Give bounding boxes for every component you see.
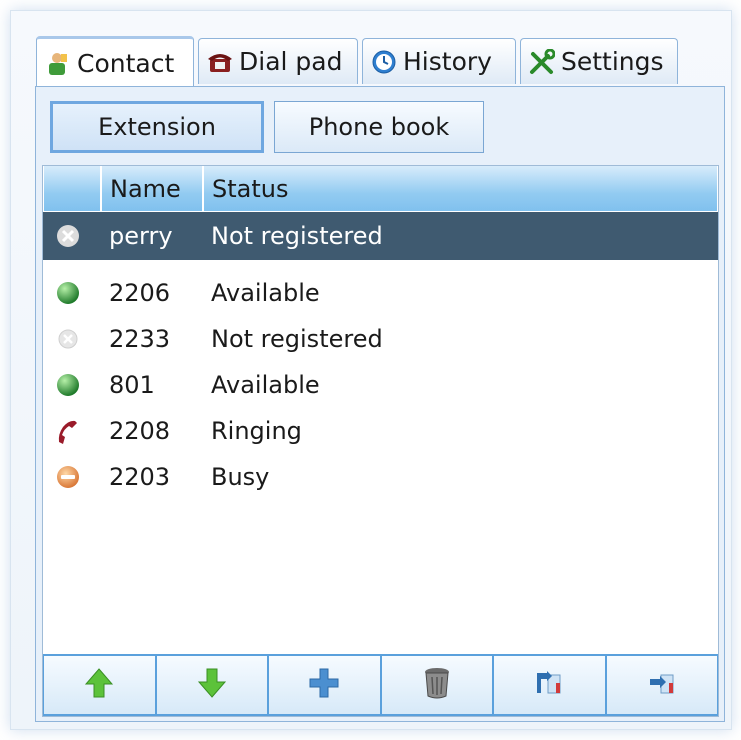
delete-contact-button[interactable] <box>380 654 493 716</box>
clock-icon <box>371 49 397 75</box>
arrow-down-icon <box>197 667 227 703</box>
trash-icon <box>423 666 451 704</box>
table-row[interactable]: 2203 Busy <box>43 454 718 500</box>
table-row[interactable]: perry Not registered <box>43 212 718 260</box>
table-row[interactable]: 2233 Not registered <box>43 316 718 362</box>
contact-panel: Extension Phone book Name Status perry N… <box>35 86 725 722</box>
not-registered-icon <box>55 326 81 352</box>
list-header: Name Status <box>43 166 718 212</box>
not-registered-icon <box>55 223 81 249</box>
table-row[interactable]: 2206 Available <box>43 270 718 316</box>
tab-dial-pad[interactable]: Dial pad <box>198 38 358 84</box>
available-icon <box>55 372 81 398</box>
contact-status: Not registered <box>211 325 383 353</box>
tools-icon <box>529 48 555 75</box>
contact-status: Not registered <box>211 222 383 250</box>
tab-history[interactable]: History <box>362 38 516 84</box>
table-row[interactable]: 801 Available <box>43 362 718 408</box>
column-icon-header[interactable] <box>43 166 101 212</box>
contact-name: 2203 <box>109 463 171 491</box>
phone-book-button[interactable]: Phone book <box>274 101 484 153</box>
tab-settings-label: Settings <box>561 47 664 76</box>
arrow-up-icon <box>84 667 114 703</box>
contact-status: Available <box>211 371 320 399</box>
contact-icon <box>45 51 71 77</box>
tab-history-label: History <box>403 47 492 76</box>
move-down-button[interactable] <box>155 654 268 716</box>
column-status-header[interactable]: Status <box>203 166 718 212</box>
table-row[interactable]: 2208 Ringing <box>43 408 718 454</box>
column-name-header[interactable]: Name <box>101 166 203 212</box>
contact-name: 801 <box>109 371 155 399</box>
list-toolbar <box>43 654 718 716</box>
contact-name: 2208 <box>109 417 171 445</box>
contact-status: Available <box>211 279 320 307</box>
tab-settings[interactable]: Settings <box>520 38 678 84</box>
ringing-handset-icon <box>55 418 81 444</box>
import-icon <box>534 669 564 701</box>
export-icon <box>647 669 677 701</box>
extension-button[interactable]: Extension <box>50 101 264 153</box>
busy-icon <box>55 464 81 490</box>
contact-list: Name Status perry Not registered 2206 Av <box>42 165 719 717</box>
tab-contact-label: Contact <box>77 49 175 78</box>
plus-icon <box>308 667 340 703</box>
tab-dial-pad-label: Dial pad <box>239 47 343 76</box>
contact-status: Ringing <box>211 417 302 445</box>
import-button[interactable] <box>493 654 606 716</box>
contact-name: 2206 <box>109 279 171 307</box>
contact-name: perry <box>109 222 173 250</box>
export-button[interactable] <box>605 654 718 716</box>
telephone-icon <box>207 49 233 75</box>
contact-status: Busy <box>211 463 270 491</box>
available-icon <box>55 280 81 306</box>
tab-contact[interactable]: Contact <box>36 36 194 88</box>
move-up-button[interactable] <box>43 654 156 716</box>
add-contact-button[interactable] <box>268 654 381 716</box>
contact-name: 2233 <box>109 325 171 353</box>
